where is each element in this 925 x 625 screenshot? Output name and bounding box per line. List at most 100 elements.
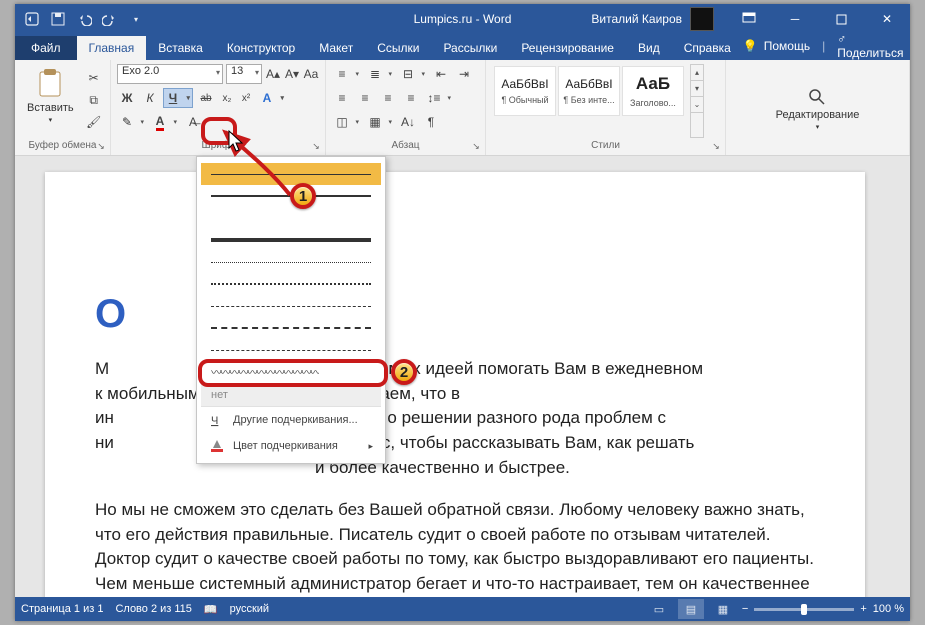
underline-none[interactable]: нет (201, 383, 381, 407)
underline-style-heavy[interactable] (201, 229, 381, 251)
font-size-combo[interactable]: 13▾ (226, 64, 262, 84)
style-normal[interactable]: АаБбВвІ¶ Обычный (494, 66, 556, 116)
status-proofing-icon[interactable]: 📖 (204, 603, 218, 616)
save-icon[interactable] (49, 10, 67, 28)
titlebar: ▾ Lumpics.ru - Word Виталий Каиров ─ ✕ (15, 4, 910, 34)
zoom-out-button[interactable]: − (742, 603, 748, 615)
tell-me[interactable]: Помощь (764, 39, 810, 53)
tab-layout[interactable]: Макет (307, 36, 365, 60)
zoom-in-button[interactable]: + (860, 603, 866, 615)
zoom-slider[interactable] (754, 608, 854, 611)
statusbar: Страница 1 из 1 Слово 2 из 115 📖 русский… (15, 597, 910, 621)
bold-button[interactable]: Ж (117, 88, 137, 108)
bullets-icon[interactable]: ≡ (332, 64, 362, 84)
document-area[interactable]: О Мидержимых идеей помогать Вам в ежедне… (15, 156, 910, 597)
sort-icon[interactable]: A↓ (398, 112, 418, 132)
underline-style-dotted[interactable] (201, 251, 381, 273)
view-read-icon[interactable]: ▭ (646, 599, 672, 619)
increase-indent-icon[interactable]: ⇥ (454, 64, 474, 84)
group-font-label: Шрифт (117, 138, 319, 153)
font-name-combo[interactable]: Exo 2.0▾ (117, 64, 223, 84)
underline-style-wave[interactable]: 〰〰〰〰〰〰〰〰〰〰〰〰 (201, 361, 381, 383)
shrink-font-icon[interactable]: A▾ (284, 64, 300, 84)
cut-icon[interactable]: ✂ (84, 68, 104, 88)
line-spacing-icon[interactable]: ↕≡ (424, 88, 454, 108)
tab-mailings[interactable]: Рассылки (431, 36, 509, 60)
font-color-icon[interactable]: A (150, 112, 180, 132)
maximize-button[interactable] (818, 4, 864, 34)
view-web-icon[interactable]: ▦ (710, 599, 736, 619)
paste-button[interactable]: Вставить ▾ (21, 64, 80, 128)
group-paragraph-label: Абзац (332, 138, 479, 153)
subscript-button[interactable]: x₂ (219, 88, 235, 108)
lightbulb-icon[interactable]: 💡 (743, 39, 758, 53)
minimize-button[interactable]: ─ (772, 4, 818, 34)
italic-button[interactable]: К (140, 88, 160, 108)
tab-home[interactable]: Главная (77, 36, 147, 60)
borders-icon[interactable]: ▦ (365, 112, 395, 132)
user-avatar[interactable] (690, 7, 714, 31)
doc-paragraph-2: Но мы не сможем это сделать без Вашей об… (95, 498, 815, 597)
clear-format-icon[interactable]: A̶ (183, 112, 203, 132)
numbering-icon[interactable]: ≣ (365, 64, 395, 84)
styles-scroll[interactable]: ▴▾⌄ (690, 64, 704, 138)
change-case-icon[interactable]: Aa (303, 64, 319, 84)
style-no-spacing[interactable]: АаБбВвІ¶ Без инте... (558, 66, 620, 116)
tab-file[interactable]: Файл (15, 36, 77, 60)
shading-icon[interactable]: ◫ (332, 112, 362, 132)
redo-icon[interactable] (101, 10, 119, 28)
multilevel-icon[interactable]: ⊟ (398, 64, 428, 84)
decrease-indent-icon[interactable]: ⇤ (431, 64, 451, 84)
show-marks-icon[interactable]: ¶ (421, 112, 441, 132)
underline-style-dashdot[interactable] (201, 339, 381, 361)
close-button[interactable]: ✕ (864, 4, 910, 34)
tab-references[interactable]: Ссылки (365, 36, 431, 60)
font-launcher[interactable]: ↘ (310, 140, 322, 152)
justify-icon[interactable]: ≡ (401, 88, 421, 108)
ribbon: Вставить ▾ ✂ ⧉ 🖌 Буфер обмена ↘ Exo 2.0▾… (15, 60, 910, 156)
paragraph-launcher[interactable]: ↘ (470, 140, 482, 152)
align-left-icon[interactable]: ≡ (332, 88, 352, 108)
styles-launcher[interactable]: ↘ (710, 140, 722, 152)
underline-style-double[interactable] (201, 207, 381, 229)
underline-style-dotted-thick[interactable] (201, 273, 381, 295)
tab-view[interactable]: Вид (626, 36, 672, 60)
tab-insert[interactable]: Вставка (146, 36, 215, 60)
editing-button[interactable]: Редактирование ▾ (770, 79, 866, 139)
group-styles-label: Стили (492, 138, 719, 153)
format-painter-icon[interactable]: 🖌 (84, 112, 104, 132)
status-language[interactable]: русский (230, 603, 269, 615)
group-paragraph: ≡ ≣ ⊟ ⇤ ⇥ ≡ ≡ ≡ ≡ ↕≡ ◫ ▦ A↓ ¶ (326, 60, 486, 155)
view-print-icon[interactable]: ▤ (678, 599, 704, 619)
zoom-level[interactable]: 100 % (873, 603, 904, 615)
undo-icon[interactable] (75, 10, 93, 28)
underline-more[interactable]: Ч Другие подчеркивания... (201, 407, 381, 433)
qat-customize-icon[interactable]: ▾ (127, 10, 145, 28)
clipboard-launcher[interactable]: ↘ (95, 140, 107, 152)
tab-design[interactable]: Конструктор (215, 36, 307, 60)
tab-help[interactable]: Справка (672, 36, 743, 60)
superscript-button[interactable]: x² (238, 88, 254, 108)
text-effects-icon[interactable]: A (257, 88, 287, 108)
user-name[interactable]: Виталий Каиров (591, 12, 682, 26)
align-right-icon[interactable]: ≡ (378, 88, 398, 108)
highlight-icon[interactable]: ✎ (117, 112, 147, 132)
underline-style-dash[interactable] (201, 295, 381, 317)
underline-color[interactable]: Цвет подчеркивания ▸ (201, 433, 381, 459)
grow-font-icon[interactable]: A▴ (265, 64, 281, 84)
copy-icon[interactable]: ⧉ (84, 90, 104, 110)
autosave-icon[interactable] (23, 10, 41, 28)
status-page[interactable]: Страница 1 из 1 (21, 603, 103, 615)
share-button[interactable]: ♂ Поделиться (837, 32, 903, 60)
underline-style-single[interactable] (201, 163, 381, 185)
align-center-icon[interactable]: ≡ (355, 88, 375, 108)
style-heading1[interactable]: АаБЗаголово... (622, 66, 684, 116)
status-words[interactable]: Слово 2 из 115 (115, 603, 191, 615)
submenu-arrow-icon: ▸ (368, 441, 373, 452)
strike-button[interactable]: ab (196, 88, 216, 108)
tab-review[interactable]: Рецензирование (509, 36, 626, 60)
page: О Мидержимых идеей помогать Вам в ежедне… (45, 172, 865, 597)
underline-button[interactable]: Ч (163, 88, 193, 108)
underline-style-dash-thick[interactable] (201, 317, 381, 339)
ribbon-display-icon[interactable] (726, 4, 772, 34)
